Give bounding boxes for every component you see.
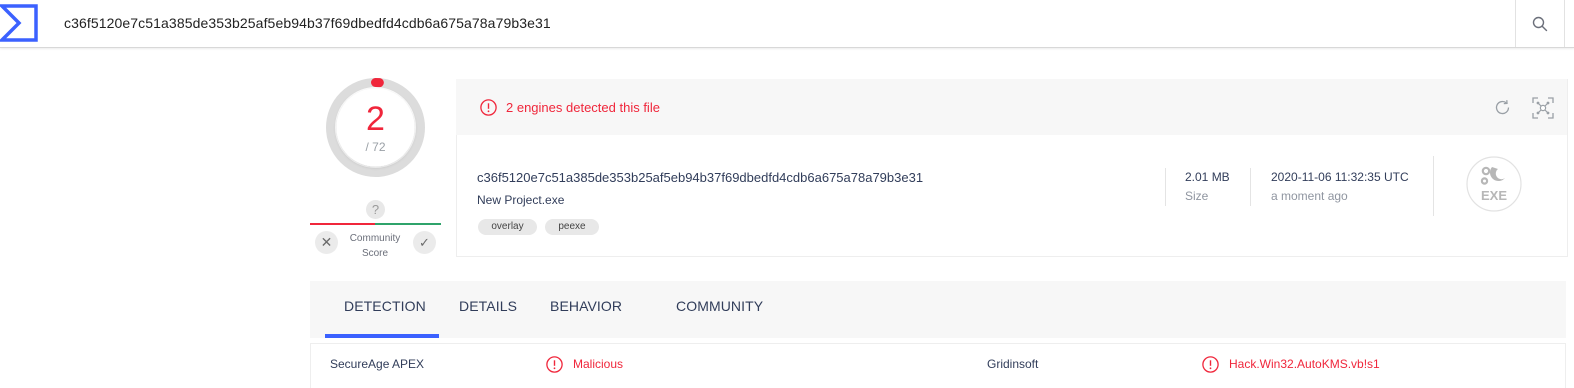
detection-result: Malicious <box>573 357 624 371</box>
search-input[interactable]: c36f5120e7c51a385de353b25af5eb94b37f69db… <box>64 15 551 31</box>
community-bar-negative <box>310 223 375 225</box>
file-hash[interactable]: c36f5120e7c51a385de353b25af5eb94b37f69db… <box>477 170 923 185</box>
downvote-button[interactable]: ✕ <box>315 231 338 254</box>
engine-name: Gridinsoft <box>987 357 1039 371</box>
community-score-unknown-icon: ? <box>366 200 385 219</box>
community-score-label-line2: Score <box>361 248 389 259</box>
alert-icon <box>480 99 497 116</box>
tag-overlay[interactable]: overlay <box>478 219 537 235</box>
alert-icon <box>1202 356 1219 373</box>
reanalyze-icon[interactable] <box>1493 98 1512 117</box>
file-size-label: Size <box>1185 189 1209 203</box>
search-button[interactable] <box>1516 0 1564 47</box>
tab-details[interactable]: DETAILS <box>459 298 517 314</box>
tab-community[interactable]: COMMUNITY <box>676 298 763 314</box>
search-icon <box>1532 16 1548 31</box>
detection-result: Hack.Win32.AutoKMS.vb!s1 <box>1229 357 1380 371</box>
active-tab-indicator <box>325 334 439 338</box>
similar-files-icon[interactable] <box>1532 97 1554 119</box>
file-name: New Project.exe <box>477 193 565 207</box>
tab-behavior[interactable]: BEHAVIOR <box>550 298 622 314</box>
upvote-button[interactable]: ✓ <box>413 231 436 254</box>
exe-file-type-icon: EXE <box>1466 156 1522 212</box>
divider <box>1250 168 1251 206</box>
community-score-label: Community Score <box>345 231 405 261</box>
detection-count: 2 <box>366 100 385 138</box>
analysis-date: 2020-11-06 11:32:35 UTC <box>1271 170 1409 184</box>
divider <box>1433 156 1434 216</box>
tag-peexe[interactable]: peexe <box>545 219 599 235</box>
top-search-bar: c36f5120e7c51a385de353b25af5eb94b37f69db… <box>0 0 1574 48</box>
engine-name: SecureAge APEX <box>330 357 425 371</box>
tab-detection[interactable]: DETECTION <box>344 298 426 314</box>
community-score-label-line1: Community <box>349 233 401 244</box>
alert-icon <box>546 356 563 373</box>
file-size-value: 2.01 MB <box>1185 170 1230 184</box>
file-type-label: EXE <box>1481 188 1507 203</box>
divider <box>1165 168 1166 206</box>
detection-total: / 72 <box>365 140 386 154</box>
divider <box>1564 0 1565 47</box>
analysis-date-relative: a moment ago <box>1271 189 1348 203</box>
detection-alert-text: 2 engines detected this file <box>506 100 660 115</box>
community-bar-positive <box>375 223 441 225</box>
virustotal-logo-icon[interactable] <box>0 4 40 42</box>
